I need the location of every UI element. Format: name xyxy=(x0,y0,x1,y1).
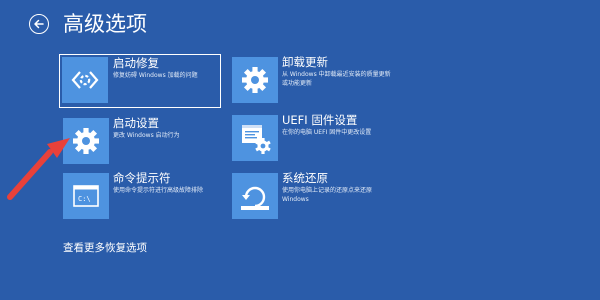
annotation-arrow-icon xyxy=(7,138,70,200)
